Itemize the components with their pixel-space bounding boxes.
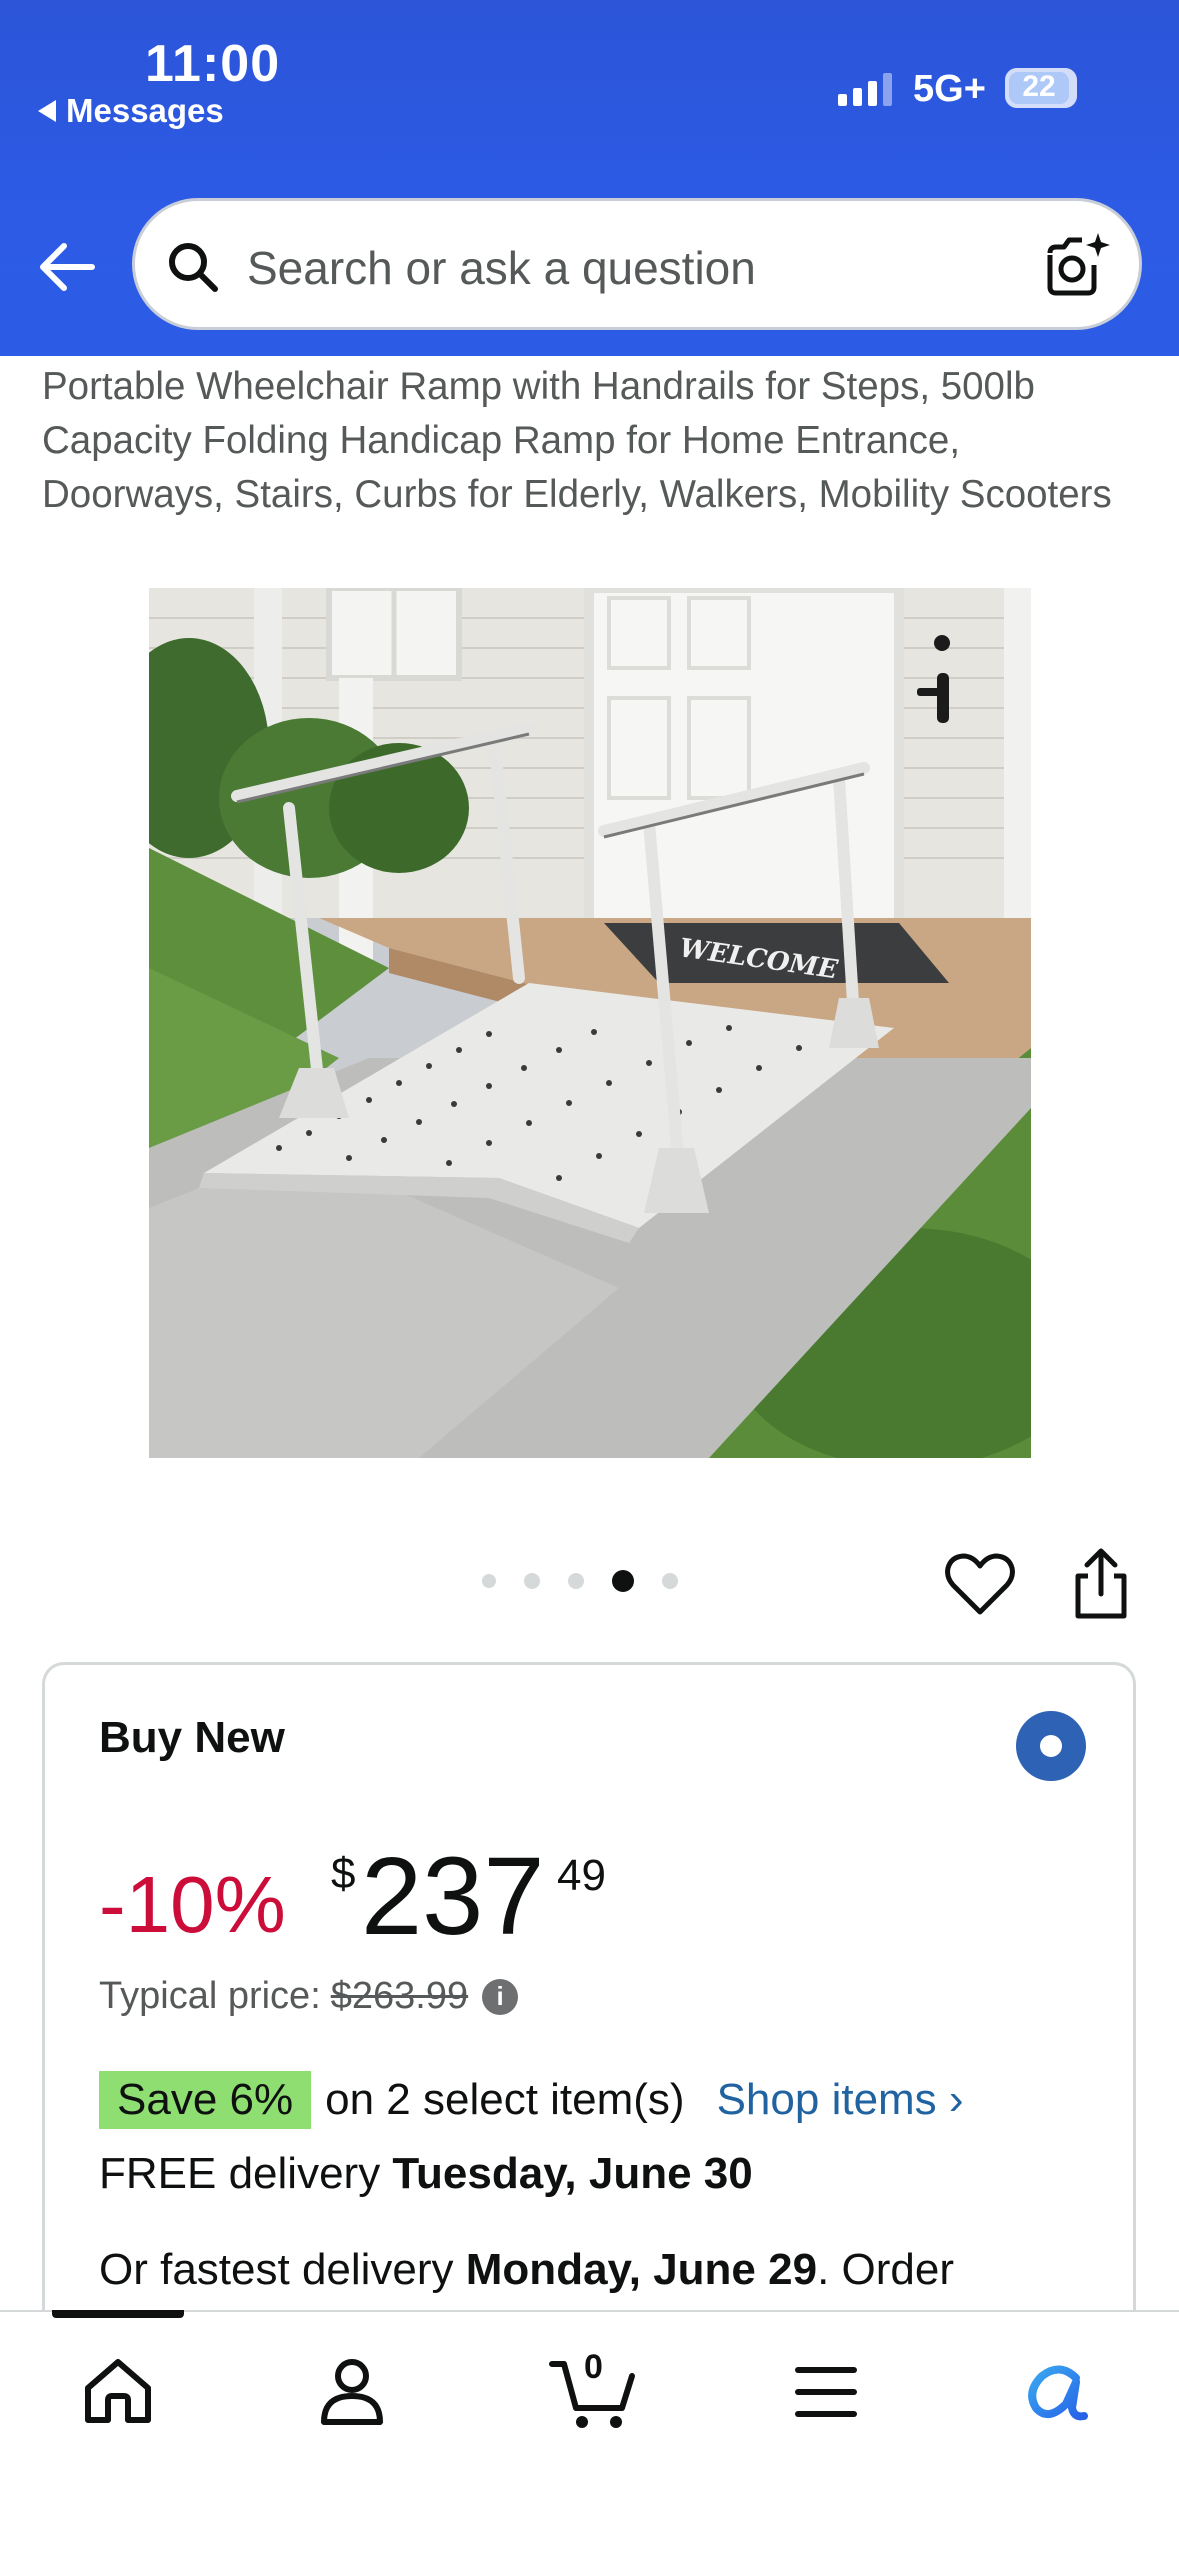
- save-promo-text: on 2 select item(s): [325, 2075, 685, 2124]
- network-label: 5G+: [913, 68, 986, 110]
- carousel-dot[interactable]: [662, 1573, 678, 1589]
- fastest-suffix: . Order: [817, 2245, 954, 2294]
- bottom-navigation: 0: [0, 2310, 1179, 2556]
- free-delivery-text: FREE delivery Tuesday, June 30: [99, 2149, 753, 2199]
- cart-button[interactable]: 0: [548, 2348, 638, 2432]
- product-title[interactable]: Portable Wheelchair Ramp with Handrails …: [42, 360, 1142, 522]
- save-promo-row: Save 6% on 2 select item(s) Shop items ›: [99, 2071, 964, 2129]
- cart-count: 0: [584, 2348, 603, 2386]
- search-icon: [169, 243, 218, 292]
- carousel-dot[interactable]: [482, 1574, 496, 1588]
- carousel-dot[interactable]: [568, 1573, 584, 1589]
- buy-box: Buy New -10% $ 237 49 Typical price: $26…: [42, 1662, 1136, 2382]
- search-bar[interactable]: Search or ask a question: [132, 198, 1142, 330]
- back-app-label: Messages: [66, 92, 224, 129]
- share-icon[interactable]: [1070, 1548, 1132, 1620]
- back-to-messages[interactable]: Messages: [38, 92, 224, 130]
- price-fraction: 49: [557, 1851, 606, 1900]
- typical-price-row: Typical price: $263.99 i: [99, 1975, 519, 2018]
- shop-items-link[interactable]: Shop items ›: [717, 2075, 964, 2125]
- account-icon[interactable]: [312, 2352, 392, 2432]
- menu-icon[interactable]: [786, 2352, 866, 2432]
- app-header: 11:00 Messages 5G+ 22 Search or ask a qu…: [0, 0, 1179, 356]
- typical-price-value: $263.99: [330, 1975, 469, 2017]
- save-badge: Save 6%: [99, 2071, 312, 2129]
- product-image[interactable]: WELCOME: [149, 588, 1031, 1458]
- wheelchair-ramp-photo: WELCOME: [149, 588, 1031, 1458]
- battery-cap: [1005, 68, 1077, 108]
- home-icon[interactable]: [78, 2352, 158, 2432]
- discount-percent: -10%: [99, 1860, 286, 1949]
- price-currency: $: [331, 1849, 356, 1898]
- image-carousel-dots[interactable]: [482, 1570, 678, 1592]
- typical-price-label: Typical price:: [99, 1975, 321, 2017]
- nav-active-indicator: [52, 2310, 184, 2318]
- search-input[interactable]: Search or ask a question: [247, 241, 756, 295]
- status-time: 11:00: [145, 35, 281, 93]
- back-triangle-icon: [38, 100, 56, 122]
- fastest-delivery-text: Or fastest delivery Monday, June 29. Ord…: [99, 2245, 954, 2295]
- camera-search-icon[interactable]: [1042, 231, 1110, 299]
- back-arrow-icon[interactable]: [32, 232, 102, 302]
- delivery-prefix: FREE delivery: [99, 2149, 393, 2198]
- signal-icon: [838, 72, 892, 106]
- fastest-date: Monday, June 29: [465, 2245, 818, 2294]
- carousel-dot[interactable]: [524, 1573, 540, 1589]
- carousel-dot-active[interactable]: [612, 1570, 634, 1592]
- buy-new-radio[interactable]: [1016, 1711, 1086, 1781]
- fastest-prefix: Or fastest delivery: [99, 2245, 466, 2294]
- rufus-icon[interactable]: [1020, 2352, 1100, 2432]
- buy-new-heading: Buy New: [99, 1713, 285, 1762]
- delivery-date: Tuesday, June 30: [392, 2149, 753, 2198]
- price-whole: 237: [361, 1835, 545, 1958]
- heart-icon[interactable]: [944, 1552, 1016, 1618]
- info-icon[interactable]: i: [482, 1978, 519, 2015]
